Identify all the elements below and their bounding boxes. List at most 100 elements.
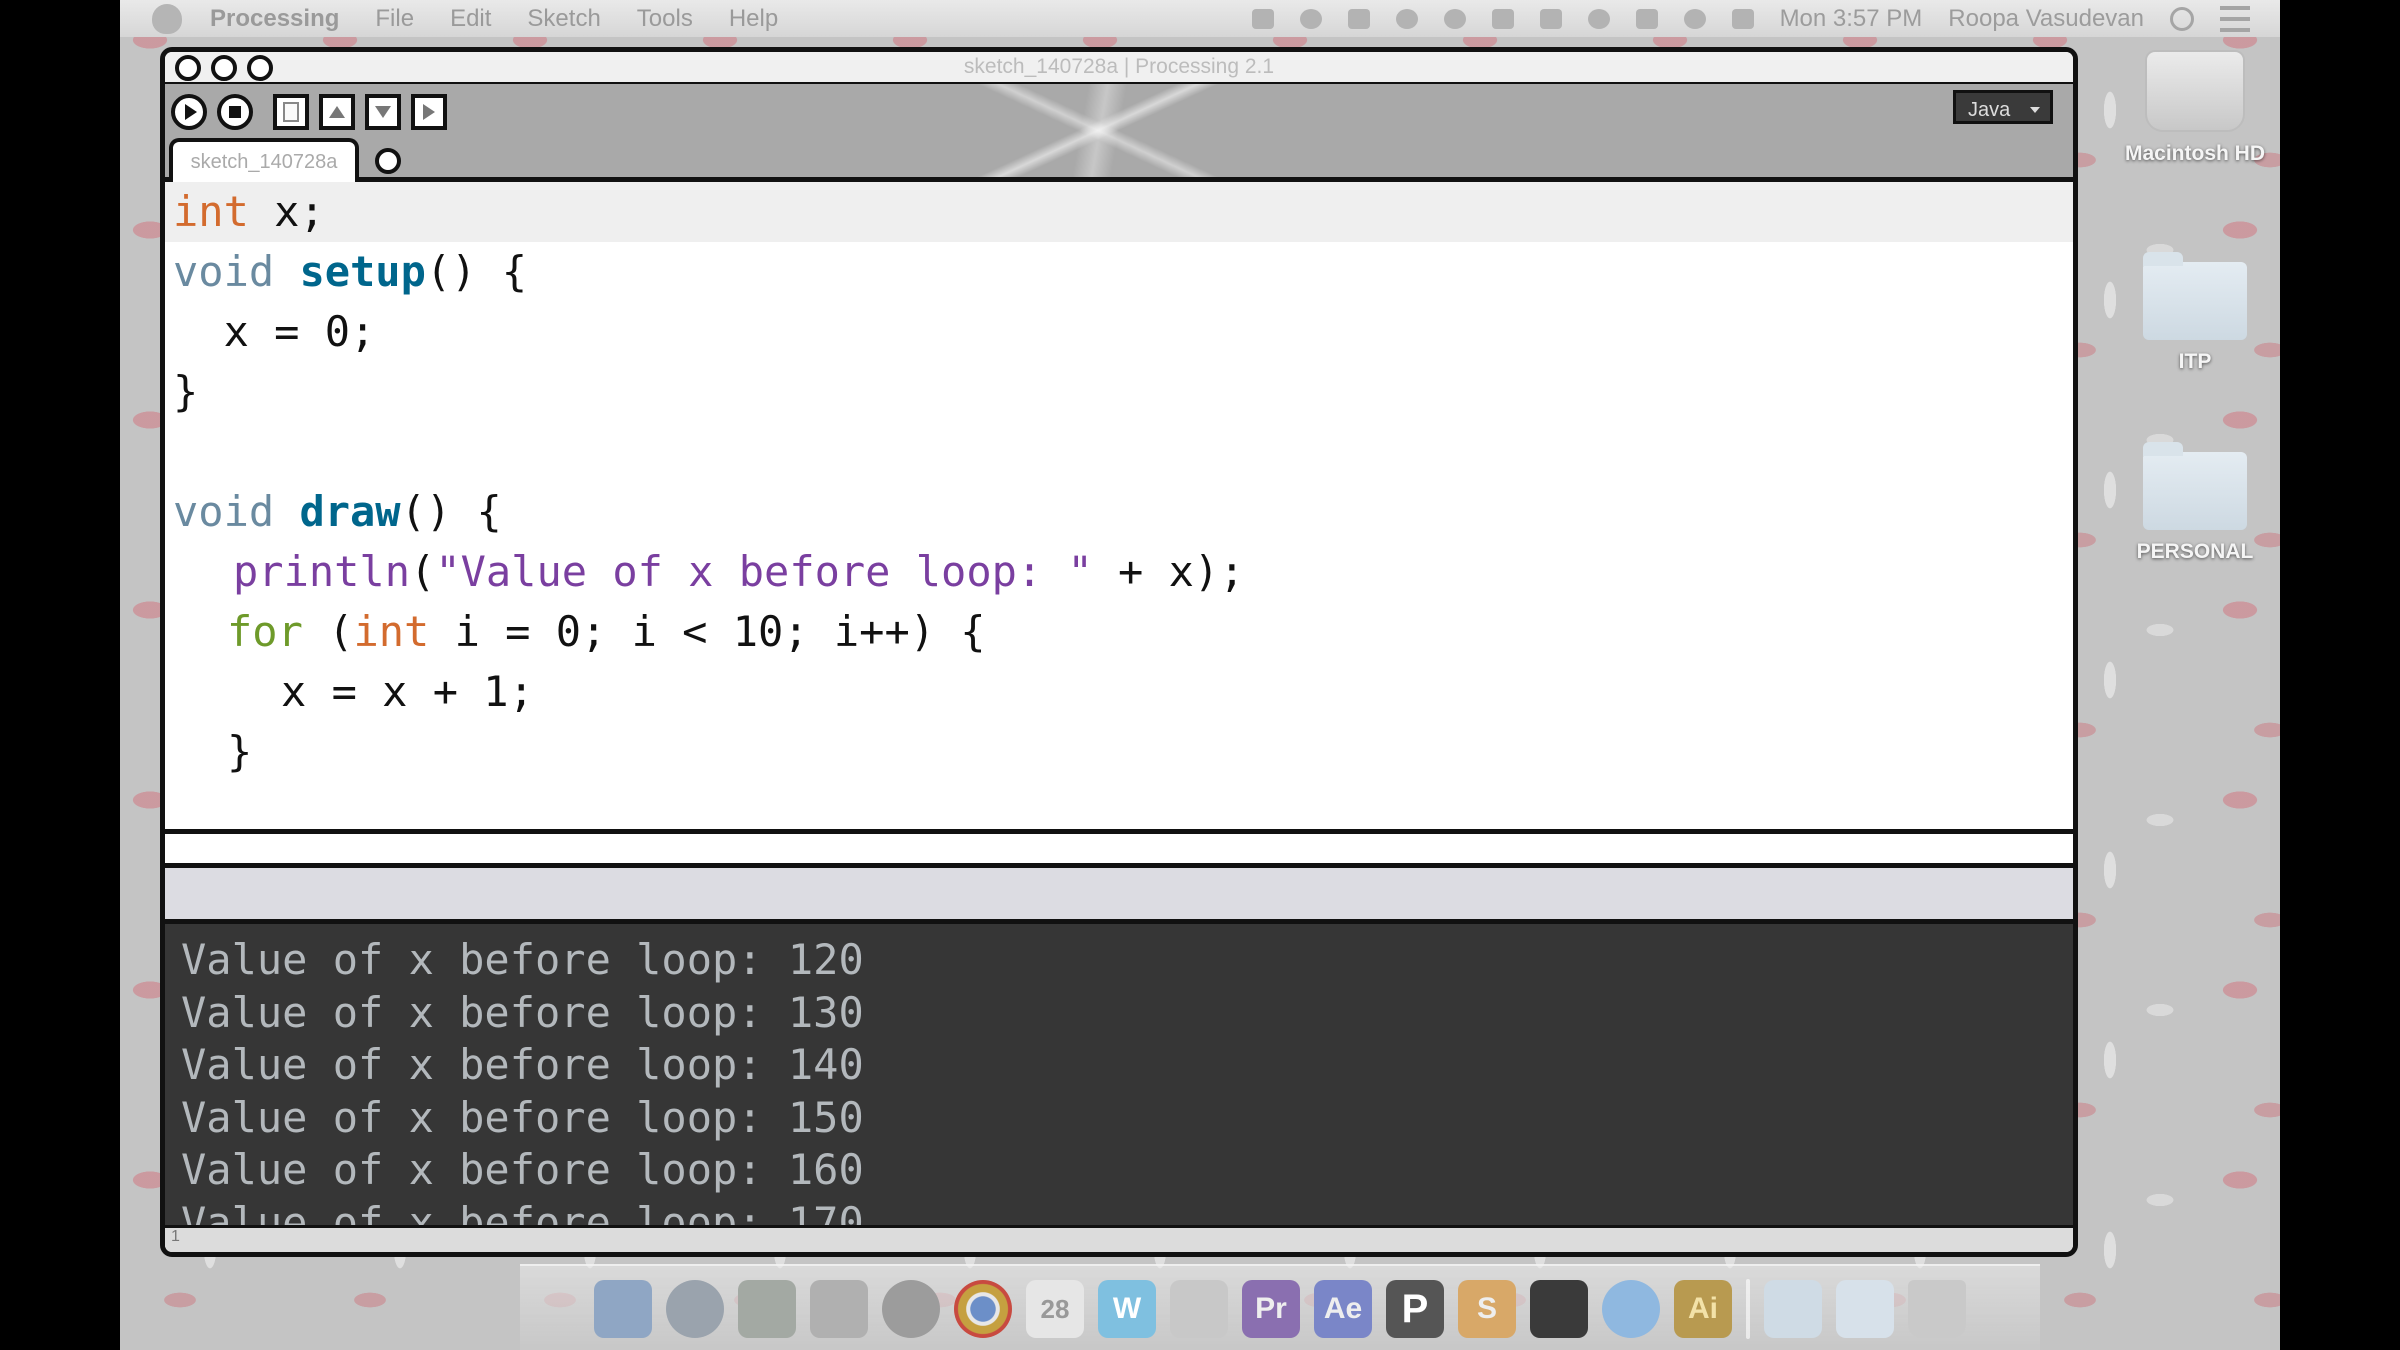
console-line: Value of x before loop: 120	[181, 935, 864, 984]
notification-center-icon[interactable]	[2220, 5, 2250, 32]
run-button[interactable]	[171, 94, 207, 130]
status-globe-icon[interactable]	[1299, 8, 1322, 29]
sketch-tab[interactable]: sketch_140728a	[169, 138, 359, 182]
code-token: void	[173, 487, 275, 536]
export-arrow-icon	[423, 104, 435, 120]
code-token: (	[410, 547, 436, 596]
menu-edit[interactable]: Edit	[450, 5, 491, 33]
dock-separator	[1746, 1279, 1750, 1339]
new-button[interactable]	[273, 94, 309, 130]
title-bar[interactable]: sketch_140728a | Processing 2.1	[165, 52, 2073, 84]
dock-downloads-icon[interactable]	[1836, 1280, 1894, 1338]
code-line-10[interactable]: }	[165, 722, 2073, 782]
menu-sketch[interactable]: Sketch	[527, 5, 600, 33]
code-token: i = 0; i < 10; i++) {	[429, 607, 986, 656]
code-token: "Value of x before loop: "	[435, 547, 1093, 596]
dock-sublime-icon[interactable]: S	[1458, 1280, 1516, 1338]
console-line: Value of x before loop: 160	[181, 1145, 864, 1194]
dock: 28 W Pr Ae P S Ai	[520, 1264, 2040, 1350]
save-arrow-icon	[375, 106, 391, 118]
menu-extras: Mon 3:57 PM Roopa Vasudevan	[1251, 0, 2250, 37]
tab-menu-icon[interactable]	[375, 148, 401, 174]
dock-itunes-icon[interactable]	[1602, 1280, 1660, 1338]
console-line: Value of x before loop: 150	[181, 1092, 864, 1142]
code-line-9[interactable]: x = x + 1;	[165, 662, 2073, 722]
dock-premiere-icon[interactable]: Pr	[1242, 1280, 1300, 1338]
dock-word-icon[interactable]: W	[1098, 1280, 1156, 1338]
desktop-icon-personal[interactable]: PERSONAL	[2120, 442, 2270, 564]
status-time-machine-icon[interactable]	[1587, 8, 1610, 29]
dock-chrome-icon[interactable]	[954, 1280, 1012, 1338]
dock-preview-icon[interactable]	[738, 1280, 796, 1338]
dock-folder-icon[interactable]	[1764, 1280, 1822, 1338]
menu-tools[interactable]: Tools	[637, 5, 693, 33]
status-monitor-icon[interactable]	[1635, 8, 1658, 29]
menu-app-name[interactable]: Processing	[210, 5, 339, 33]
desktop-icon-itp[interactable]: ITP	[2120, 252, 2270, 374]
play-icon	[185, 104, 197, 120]
console-line: Value of x before loop: 140	[181, 1040, 864, 1089]
menu-file[interactable]: File	[375, 5, 414, 33]
code-token: println	[233, 547, 411, 596]
folder-icon	[2143, 252, 2247, 340]
code-line-3[interactable]: x = 0;	[165, 302, 2073, 362]
dock-terminal-icon[interactable]	[1530, 1280, 1588, 1338]
status-minus-icon[interactable]	[1251, 8, 1274, 29]
menu-user[interactable]: Roopa Vasudevan	[1948, 5, 2144, 33]
dock-after-effects-icon[interactable]: Ae	[1314, 1280, 1372, 1338]
window-title: sketch_140728a | Processing 2.1	[963, 55, 1275, 78]
mode-selector[interactable]: Java	[1953, 90, 2053, 124]
menu-bar: Processing File Edit Sketch Tools Help M…	[120, 0, 2280, 37]
code-token: int	[353, 607, 430, 656]
apple-menu-icon[interactable]	[152, 3, 182, 34]
menu-help[interactable]: Help	[729, 5, 778, 33]
dock-illustrator-icon[interactable]: Ai	[1674, 1280, 1732, 1338]
code-line-7[interactable]: println("Value of x before loop: " + x);	[165, 542, 2073, 602]
code-token: for	[227, 607, 303, 656]
toolbar: Java sketch_140728a	[165, 84, 2073, 182]
code-line-1[interactable]: int x;	[165, 182, 2073, 242]
status-flame-icon[interactable]	[1443, 8, 1466, 29]
code-token: x;	[248, 187, 325, 236]
desktop-icon-macintosh-hd[interactable]: Macintosh HD	[2120, 50, 2270, 166]
dock-calendar-icon[interactable]: 28	[1026, 1280, 1084, 1338]
new-file-icon	[283, 102, 299, 122]
code-line-4[interactable]: }	[165, 362, 2073, 422]
editor-status-strip	[165, 834, 2073, 868]
dock-launchpad-icon[interactable]	[666, 1280, 724, 1338]
code-line-5[interactable]	[165, 422, 2073, 482]
code-token: () {	[400, 487, 502, 536]
dock-movie-icon[interactable]	[1170, 1280, 1228, 1338]
dock-safari-icon[interactable]	[882, 1280, 940, 1338]
code-token: () {	[425, 247, 528, 296]
console-output[interactable]: Value of x before loop: 120 Value of x b…	[165, 924, 2073, 1242]
open-button[interactable]	[319, 94, 355, 130]
spotlight-search-icon[interactable]	[2170, 6, 2194, 31]
menu-clock[interactable]: Mon 3:57 PM	[1780, 5, 1923, 33]
message-area[interactable]	[165, 868, 2073, 924]
export-button[interactable]	[411, 94, 447, 130]
console-line: Value of x before loop: 130	[181, 987, 864, 1037]
status-wifi-icon[interactable]	[1683, 8, 1706, 29]
status-volume-icon[interactable]	[1731, 8, 1754, 29]
stop-icon	[229, 106, 241, 118]
code-line-6[interactable]: void draw() {	[165, 482, 2073, 542]
code-token: + x);	[1092, 547, 1245, 596]
dock-trash-icon[interactable]	[1908, 1280, 1966, 1338]
code-token: (	[302, 607, 354, 656]
open-arrow-icon	[329, 106, 345, 118]
dock-system-preferences-icon[interactable]	[810, 1280, 868, 1338]
status-battery-icon[interactable]	[1539, 8, 1562, 29]
status-bluetooth-icon[interactable]	[1491, 8, 1514, 29]
status-bell-icon[interactable]	[1395, 8, 1418, 29]
desktop-icon-label: ITP	[2178, 350, 2212, 373]
desktop: Processing File Edit Sketch Tools Help M…	[120, 0, 2280, 1350]
dock-finder-icon[interactable]	[594, 1280, 652, 1338]
code-editor[interactable]: int x; void setup() { x = 0; } void draw…	[165, 182, 2073, 834]
code-line-2[interactable]: void setup() {	[165, 242, 2073, 302]
code-line-8[interactable]: for (int i = 0; i < 10; i++) {	[165, 602, 2073, 662]
status-adobe-icon[interactable]	[1347, 8, 1370, 29]
stop-button[interactable]	[217, 94, 253, 130]
dock-processing-icon[interactable]: P	[1386, 1280, 1444, 1338]
save-button[interactable]	[365, 94, 401, 130]
